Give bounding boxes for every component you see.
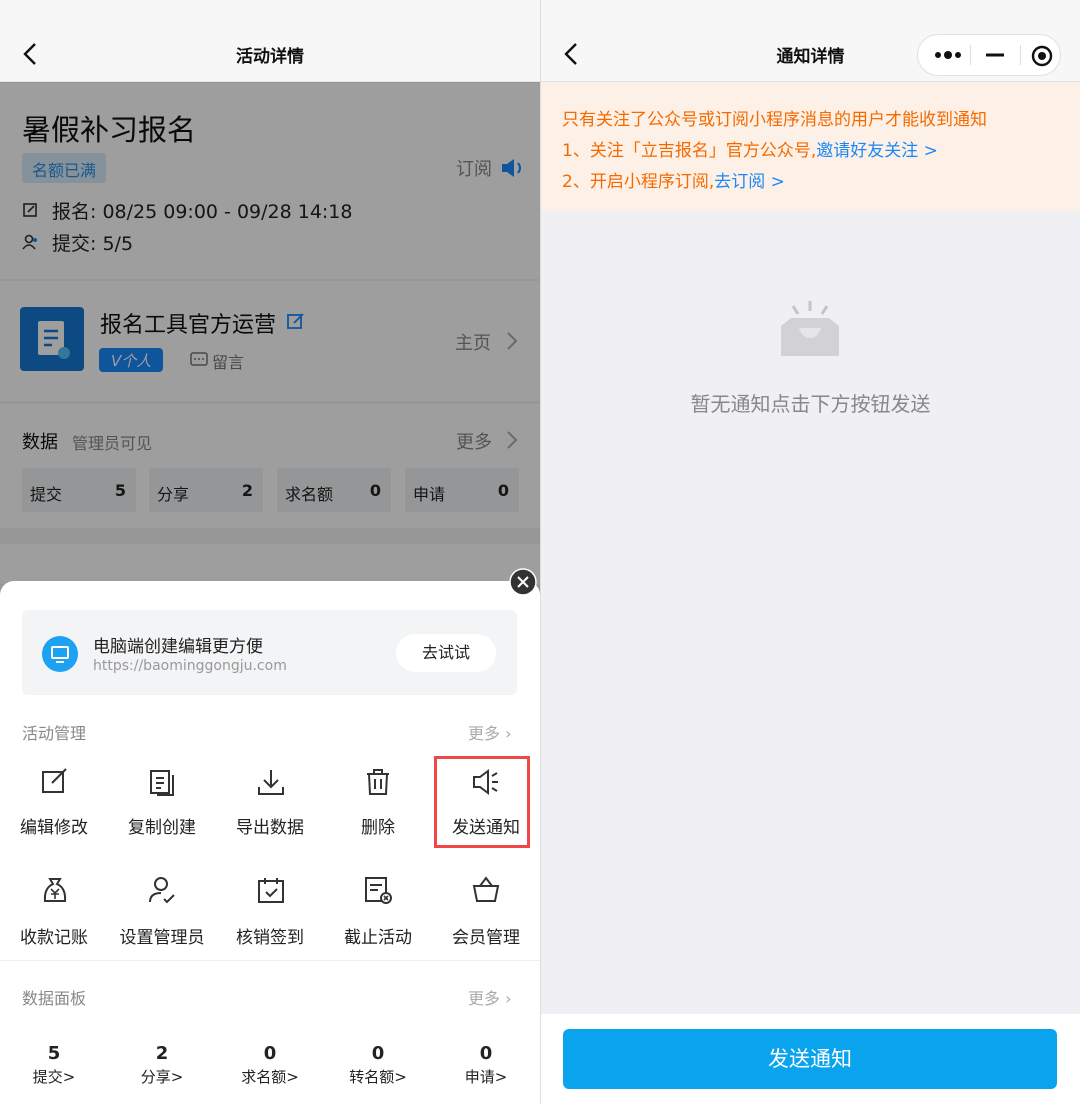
nav-bar: 活动详情 [0,0,540,82]
computer-icon [42,636,78,672]
basket-icon [472,876,500,902]
money-bag-icon [43,878,67,902]
action-export[interactable]: 导出数据 [216,813,324,838]
action-copy[interactable]: 复制创建 [108,813,216,838]
capsule-divider [970,45,971,65]
action-send-notice[interactable]: 发送通知 [432,813,540,838]
panel-stat-quota-request[interactable]: 0 求名额> [216,1043,324,1087]
send-notice-button[interactable]: 发送通知 [563,1029,1057,1089]
panel-stat-transfer[interactable]: 0 转名额> [324,1043,432,1087]
capsule-menu [917,34,1061,76]
page-title: 活动详情 [236,47,304,67]
manage-more-link[interactable]: 更多 › [468,720,512,744]
calendar-check-icon [258,878,284,903]
notice-line-3: 2、开启小程序订阅,去订阅 > [562,172,785,192]
right-screen: 通知详情 只有关注了公众号或订阅小程序消息的用户才能收到通知 1、关注「立吉报名… [541,0,1080,1104]
download-icon [258,770,284,795]
action-payment[interactable]: 收款记账 [0,923,108,948]
promo-title: 电脑端创建编辑更方便 [93,637,263,657]
stop-form-icon [365,877,392,904]
notice-banner: 只有关注了公众号或订阅小程序消息的用户才能收到通知 1、关注「立吉报名」官方公众… [541,83,1080,211]
manage-title: 活动管理 [22,724,87,743]
panel-stat-apply[interactable]: 0 申请> [432,1043,540,1087]
empty-text: 暂无通知点击下方按钮发送 [690,392,931,416]
action-sheet: 电脑端创建编辑更方便 https://baominggongju.com 去试试… [0,581,540,1104]
invite-link[interactable]: 邀请好友关注 > [816,141,938,161]
action-delete[interactable]: 删除 [324,813,432,838]
edit-icon [42,768,67,793]
bottom-bar: 发送通知 [541,1014,1080,1104]
capsule-divider [1020,45,1021,65]
action-edit[interactable]: 编辑修改 [0,813,108,838]
minimize-icon[interactable] [984,48,1006,62]
panel-more-link[interactable]: 更多 › [468,985,512,1009]
close-target-icon[interactable] [1030,44,1054,68]
action-set-admin[interactable]: 设置管理员 [108,923,216,948]
megaphone-icon [473,769,498,795]
trash-icon [367,769,389,795]
notice-line-2: 1、关注「立吉报名」官方公众号,邀请好友关注 > [562,141,938,161]
promo-url: https://baominggongju.com [93,658,287,674]
subscribe-link[interactable]: 去订阅 > [714,172,785,192]
panel-stat-submit[interactable]: 5 提交> [0,1043,108,1087]
action-checkin[interactable]: 核销签到 [216,923,324,948]
action-close-event[interactable]: 截止活动 [324,923,432,948]
close-icon[interactable] [509,568,537,596]
try-button[interactable]: 去试试 [396,634,496,672]
notice-line-1: 只有关注了公众号或订阅小程序消息的用户才能收到通知 [562,110,987,130]
empty-inbox-icon [781,301,839,356]
action-members[interactable]: 会员管理 [432,923,540,948]
panel-stat-share[interactable]: 2 分享> [108,1043,216,1087]
admin-icon [149,877,175,904]
panel-title: 数据面板 [22,989,87,1008]
divider [0,960,540,961]
promo-banner: 电脑端创建编辑更方便 https://baominggongju.com 去试试 [22,610,517,695]
left-screen: 活动详情 暑假补习报名 名额已满 订阅 报名: 08/25 09:00 - 09… [0,0,540,1104]
nav-bar: 通知详情 [541,0,1080,82]
more-icon[interactable] [934,48,962,62]
copy-icon [150,770,174,796]
